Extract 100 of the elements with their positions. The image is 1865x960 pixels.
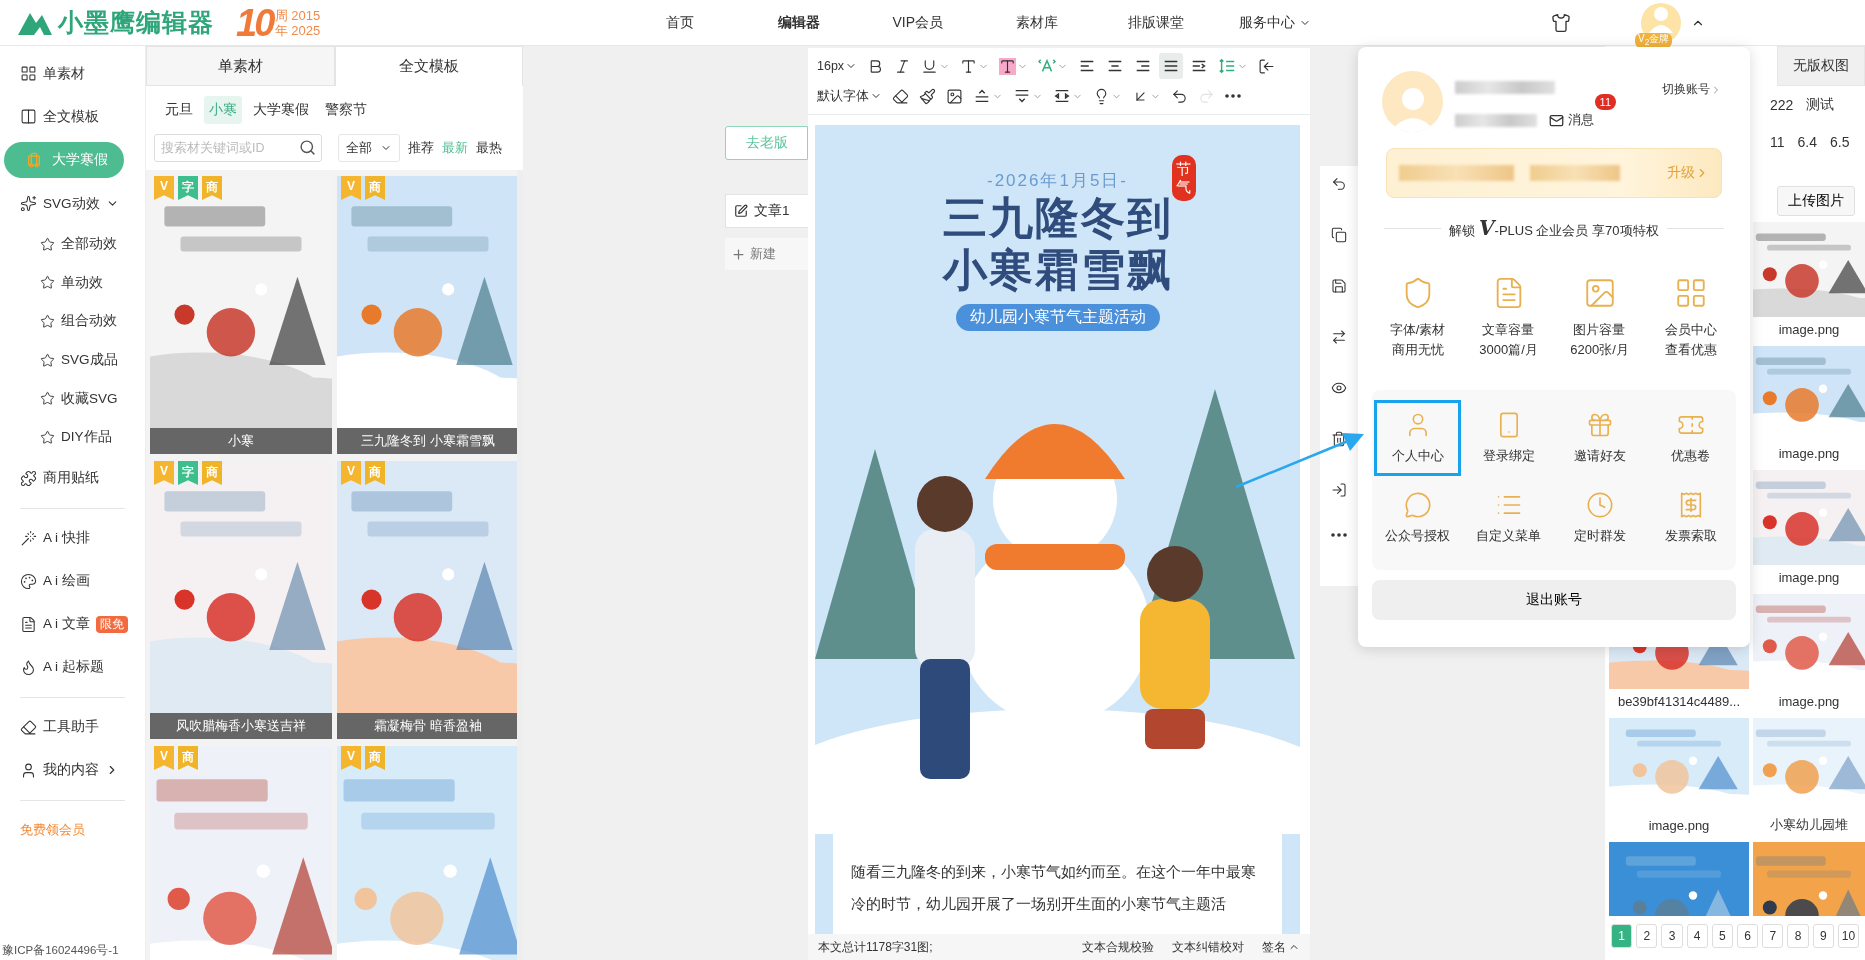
category-tag[interactable]: 警察节 — [320, 96, 372, 124]
new-document-button[interactable]: 新建 — [725, 238, 808, 270]
font-select[interactable]: 16px — [814, 53, 861, 79]
ribbon-badge: V — [154, 176, 174, 200]
benefit-text: 会员中心 查看优惠 — [1664, 321, 1717, 359]
page-button[interactable]: 10 — [1837, 924, 1860, 948]
menu-action[interactable]: 个人中心 — [1374, 400, 1461, 476]
nav-link[interactable]: 排版课堂 — [1096, 13, 1216, 32]
ribbon-badge: 商 — [202, 176, 222, 200]
redo-icon — [1198, 87, 1215, 105]
category-tag[interactable]: 元旦 — [160, 96, 198, 124]
menu-action[interactable]: 登录绑定 — [1465, 400, 1552, 476]
format-brush-icon — [919, 87, 936, 105]
logout-button[interactable]: 退出账号 — [1372, 580, 1736, 620]
panel-tab[interactable]: 单素材 — [146, 46, 335, 86]
star-icon — [40, 236, 55, 252]
folder-tag[interactable]: 6.5 — [1830, 133, 1850, 150]
year-text: 2015 — [291, 7, 321, 23]
upload-button[interactable]: 上传图片 — [1777, 186, 1855, 216]
nav-link[interactable]: 首页 — [620, 13, 740, 32]
font-select[interactable]: 默认字体 — [814, 83, 885, 109]
sidebar-item[interactable]: 全文模板 — [0, 95, 145, 138]
page-button[interactable]: 3 — [1661, 924, 1683, 948]
signature-link[interactable]: 签名 — [1262, 938, 1300, 956]
benefit-text: 文章容量 3000篇/月 — [1479, 321, 1538, 359]
sidebar-item[interactable]: A i 快排 — [0, 516, 145, 560]
page-button[interactable]: 7 — [1762, 924, 1784, 948]
sidebar-item[interactable]: 工具助手 — [0, 705, 145, 749]
panel-tab[interactable]: 无版权图 — [1777, 46, 1865, 86]
ribbon-badge: V — [341, 176, 361, 200]
folder-tag[interactable]: 11 — [1770, 133, 1785, 150]
sidebar-subitem[interactable]: DIY作品 — [0, 417, 145, 457]
ribbon-badge: 商 — [178, 746, 198, 770]
sidebar-item[interactable]: 商用贴纸 — [0, 456, 145, 500]
nav-link[interactable]: VIP会员 — [858, 13, 978, 32]
nav-link[interactable]: 服务中心 — [1215, 13, 1335, 32]
delete-icon — [1331, 431, 1347, 447]
more-button[interactable] — [1331, 533, 1347, 537]
clock-icon — [1585, 491, 1614, 519]
justify-button[interactable] — [1159, 53, 1184, 79]
page-button[interactable]: 2 — [1636, 924, 1658, 948]
template-card[interactable]: 风吹腊梅香小寒送吉祥 V 字 商 — [150, 461, 332, 739]
filter-dropdown[interactable]: 全部 — [338, 134, 400, 162]
menu-action[interactable]: 自定义菜单 — [1465, 480, 1552, 556]
sidebar-item[interactable]: A i 起标题 — [0, 645, 145, 689]
menu-action[interactable]: 优惠卷 — [1647, 400, 1734, 476]
folder-tag[interactable]: 测试 — [1806, 95, 1835, 114]
eraser-icon — [892, 87, 909, 105]
limited-free-badge: 限免 — [95, 615, 128, 633]
search-field[interactable]: 搜索材关键词或ID — [154, 134, 322, 162]
swap-button[interactable] — [1331, 329, 1347, 345]
benefit-text: 图片容量 6200张/月 — [1570, 321, 1629, 359]
page-button[interactable]: 4 — [1686, 924, 1708, 948]
switch-account-link[interactable]: 切换账号 — [1662, 81, 1722, 98]
shirt-icon[interactable] — [1551, 12, 1571, 33]
nav-link[interactable]: 素材库 — [977, 13, 1097, 32]
folder-tag[interactable]: 222 — [1770, 96, 1794, 113]
template-card[interactable]: 三九隆冬到 小寒霜雪飘 V 商 — [337, 176, 517, 454]
sidebar-subitem[interactable]: 全部动效 — [0, 225, 145, 264]
menu-action[interactable]: 邀请好友 — [1556, 400, 1643, 476]
ribbon-badge: 商 — [365, 746, 385, 770]
sort-link[interactable]: 最热 — [476, 139, 502, 157]
status-link[interactable]: 文本合规校验 — [1082, 938, 1154, 956]
menu-action[interactable]: 定时群发 — [1556, 480, 1643, 556]
document-tab[interactable]: 文章1 — [725, 194, 808, 228]
sidebar-item[interactable]: SVG动效 — [0, 182, 145, 225]
template-card[interactable]: 霜凝梅骨 暗香盈袖 V 商 — [337, 461, 517, 739]
panel-tab[interactable]: 全文模板 — [334, 46, 523, 86]
page-button[interactable]: 5 — [1711, 924, 1733, 948]
sidebar-subitem[interactable]: 组合动效 — [0, 302, 145, 341]
anniversary-text: 周 — [275, 7, 289, 23]
sidebar-item[interactable]: A i 绘画 — [0, 559, 145, 603]
menu-action[interactable]: 发票索取 — [1647, 480, 1734, 556]
logo-text: 小墨鹰编辑器 — [58, 7, 214, 38]
sort-link[interactable]: 推荐 — [408, 139, 434, 157]
page-button[interactable]: 8 — [1787, 924, 1809, 948]
sidebar-item[interactable]: 我的内容 — [0, 748, 145, 792]
save-button[interactable] — [1331, 278, 1347, 294]
sidebar-item[interactable]: 单素材 — [0, 52, 145, 95]
word-count-text: 本文总计1178字31图; — [818, 938, 933, 956]
status-link[interactable]: 文本纠错校对 — [1172, 938, 1244, 956]
menu-action[interactable]: 公众号授权 — [1374, 480, 1461, 556]
sidebar-item[interactable]: A i 文章 限免 — [0, 602, 145, 646]
export-button[interactable] — [1331, 482, 1347, 498]
page-button[interactable]: 6 — [1737, 924, 1759, 948]
folder-tag[interactable]: 6.4 — [1797, 133, 1817, 150]
preview-button[interactable] — [1331, 380, 1347, 396]
undo-icon — [1171, 87, 1188, 105]
copy-button[interactable] — [1331, 227, 1347, 243]
ribbon-badge: 商 — [365, 461, 385, 485]
ribbon-badge: 商 — [202, 461, 222, 485]
delete-button[interactable] — [1331, 431, 1347, 447]
sidebar-subitem[interactable]: 单动效 — [0, 263, 145, 303]
category-tag[interactable]: 大学寒假 — [248, 96, 314, 124]
page-button[interactable]: 9 — [1812, 924, 1834, 948]
template-card[interactable]: 小寒 V 字 商 — [150, 176, 332, 454]
sidebar-subitem[interactable]: 收藏SVG — [0, 379, 145, 418]
nav-link[interactable]: 编辑器 — [739, 13, 859, 32]
sidebar-subitem[interactable]: SVG成品 — [0, 340, 145, 380]
undo-button[interactable] — [1331, 176, 1347, 192]
